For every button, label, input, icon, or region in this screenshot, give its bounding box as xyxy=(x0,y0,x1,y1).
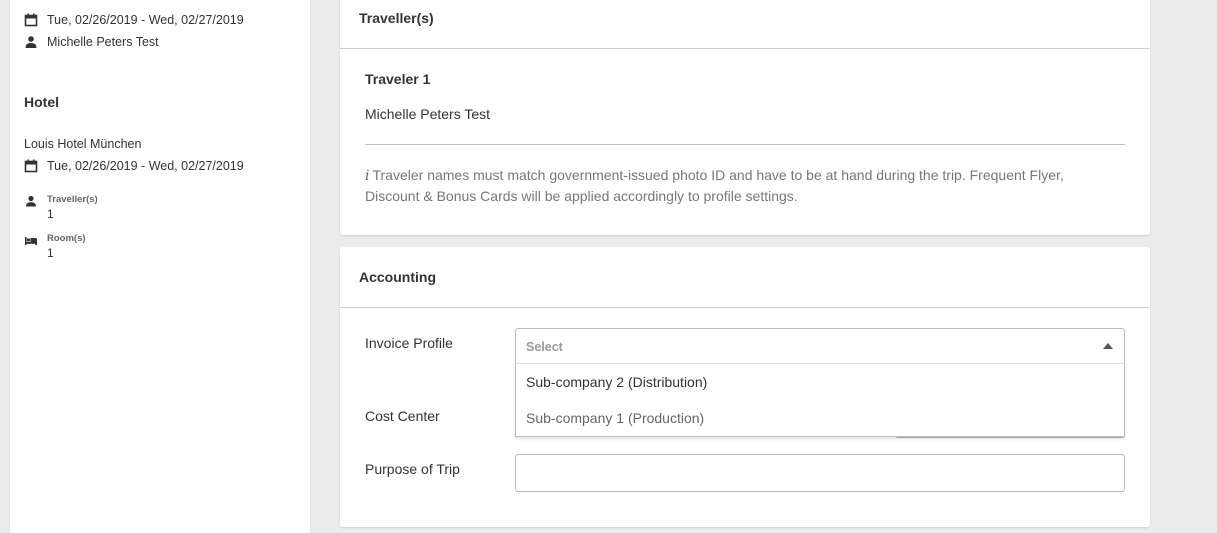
travellers-card: Traveller(s) Traveler 1 Michelle Peters … xyxy=(340,0,1150,235)
accounting-card-title: Accounting xyxy=(359,269,436,285)
traveler-1-heading: Traveler 1 xyxy=(365,71,431,87)
traveler-info-note: i Traveler names must match government-is… xyxy=(365,165,1105,206)
hotel-heading: Hotel xyxy=(24,94,59,110)
person-icon xyxy=(25,36,37,48)
invoice-profile-placeholder: Select xyxy=(526,340,563,354)
hotel-dates-row: Tue, 02/26/2019 - Wed, 02/27/2019 xyxy=(24,159,244,173)
rooms-value: 1 xyxy=(47,246,54,260)
travellers-divider xyxy=(340,48,1150,49)
flight-dates: Tue, 02/26/2019 - Wed, 02/27/2019 xyxy=(47,13,244,27)
bed-icon xyxy=(25,237,37,245)
hotel-name: Louis Hotel München xyxy=(24,137,142,151)
info-icon: i xyxy=(365,168,370,184)
invoice-profile-option[interactable]: Sub-company 1 (Production) xyxy=(526,410,704,426)
calendar-icon xyxy=(24,13,38,27)
accounting-divider xyxy=(340,307,1150,308)
purpose-of-trip-label: Purpose of Trip xyxy=(365,461,460,477)
invoice-profile-dropdown: Sub-company 2 (Distribution) Sub-company… xyxy=(515,363,1125,437)
person-icon xyxy=(26,195,36,207)
travellers-card-title: Traveller(s) xyxy=(359,10,434,26)
flight-traveler-name: Michelle Peters Test xyxy=(47,35,159,49)
hotel-rooms: Room(s) 1 xyxy=(24,233,86,261)
traveler-1-name: Michelle Peters Test xyxy=(365,106,491,122)
rooms-label: Room(s) xyxy=(47,233,86,244)
calendar-icon xyxy=(24,159,38,173)
travellers-value: 1 xyxy=(47,207,54,221)
traveler-info-text: Traveler names must match government-iss… xyxy=(365,167,1064,204)
accounting-card: Accounting Invoice Profile Select Sub-co… xyxy=(340,247,1150,527)
cost-center-label: Cost Center xyxy=(365,408,440,424)
travellers-label: Traveller(s) xyxy=(47,194,98,205)
flight-dates-row: Tue, 02/26/2019 - Wed, 02/27/2019 xyxy=(24,13,244,27)
invoice-profile-select[interactable]: Select xyxy=(515,328,1125,365)
invoice-profile-label: Invoice Profile xyxy=(365,335,453,351)
hotel-travellers: Traveller(s) 1 xyxy=(24,194,98,222)
caret-up-icon[interactable] xyxy=(1103,343,1113,349)
flight-traveler-row: Michelle Peters Test xyxy=(24,35,159,49)
traveler-name-underline xyxy=(365,144,1125,145)
purpose-of-trip-input[interactable] xyxy=(515,454,1125,492)
trip-summary-sidebar: Tue, 02/26/2019 - Wed, 02/27/2019 Michel… xyxy=(10,0,310,533)
invoice-profile-option[interactable]: Sub-company 2 (Distribution) xyxy=(526,374,707,390)
hotel-dates: Tue, 02/26/2019 - Wed, 02/27/2019 xyxy=(47,159,244,173)
